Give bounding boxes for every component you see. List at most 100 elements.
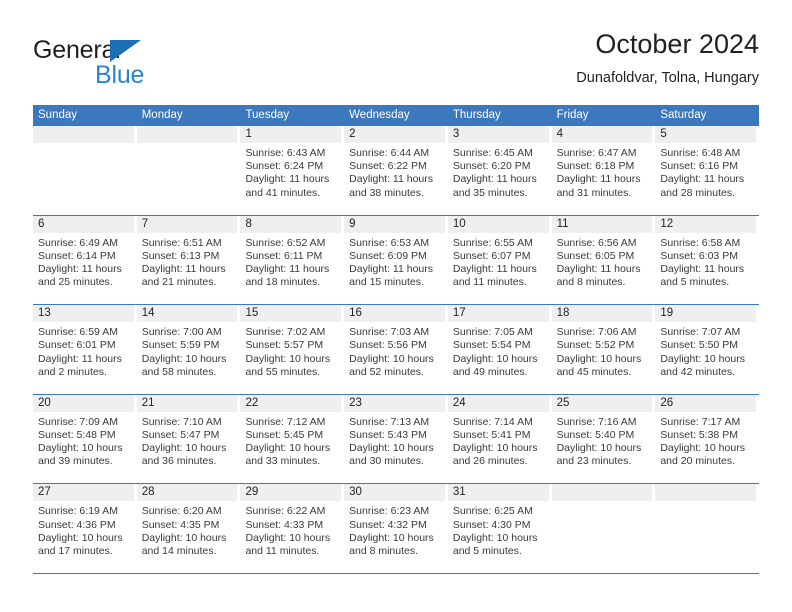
day-sun-info: Sunrise: 6:20 AM Sunset: 4:35 PM Daylight:… [137,501,241,558]
calendar-day-cell[interactable]: 21 Sunrise: 7:10 AM Sunset: 5:47 PM Dayligh… [136,394,241,484]
daylight-text-line2: and 11 minutes. [452,276,527,289]
daylight-text-line1: Daylight: 11 hours [660,263,745,275]
daylight-text-line2: and 31 minutes. [556,186,632,199]
calendar-day-cell[interactable]: 31 Sunrise: 6:25 AM Sunset: 4:30 PM Dayligh… [447,484,552,573]
day-number: 30 [349,486,362,499]
day-sun-info: Sunrise: 7:14 AM Sunset: 5:41 PM Daylight:… [448,412,552,469]
general-blue-logo[interactable]: General Blue [33,36,213,94]
calendar-day-cell[interactable]: 13 Sunrise: 6:59 AM Sunset: 6:01 PM Dayligh… [33,305,137,394]
sunset-text: Sunset: 5:52 PM [556,339,635,352]
day-number: 5 [660,128,667,140]
daylight-text-line1: Daylight: 11 hours [349,263,434,275]
calendar-day-cell[interactable]: 16 Sunrise: 7:03 AM Sunset: 5:56 PM Dayligh… [344,305,448,394]
sunset-text: Sunset: 6:09 PM [349,249,427,262]
day-number-bar: 1 [240,126,342,143]
sunrise-text: Sunrise: 7:10 AM [141,415,222,428]
calendar-day-cell[interactable]: 23 Sunrise: 7:13 AM Sunset: 5:43 PM Dayligh… [344,394,448,484]
day-number-bar: 28 [136,484,238,502]
calendar-day-cell[interactable]: 4 Sunrise: 6:47 AM Sunset: 6:18 PM Daylight… [551,126,656,215]
calendar-day-cell[interactable]: 6 Sunrise: 6:49 AM Sunset: 6:14 PM Daylight… [33,215,137,305]
calendar-day-cell[interactable]: 24 Sunrise: 7:14 AM Sunset: 5:41 PM Dayligh… [447,394,552,484]
daylight-text-line2: and 28 minutes. [660,186,736,199]
day-number-bar: 19 [655,305,757,323]
daylight-text-line1: Daylight: 10 hours [556,352,642,365]
day-sun-info: Sunrise: 6:47 AM Sunset: 6:18 PM Daylight:… [552,143,656,200]
daylight-text-line2: and 45 minutes. [556,365,632,378]
sunset-text: Sunset: 5:50 PM [660,339,738,352]
calendar-day-cell[interactable]: 9 Sunrise: 6:53 AM Sunset: 6:09 PM Daylight… [344,215,448,305]
daylight-text-line2: and 35 minutes. [452,186,528,199]
calendar-day-cell[interactable]: 10 Sunrise: 6:55 AM Sunset: 6:07 PM Dayligh… [447,215,552,305]
calendar-day-cell[interactable]: 18 Sunrise: 7:06 AM Sunset: 5:52 PM Dayligh… [551,305,656,394]
daylight-text-line2: and 5 minutes. [452,544,522,557]
calendar-day-cell[interactable]: 20 Sunrise: 7:09 AM Sunset: 5:48 PM Dayligh… [33,394,137,484]
sunrise-text: Sunrise: 7:07 AM [660,326,741,339]
daylight-text-line1: Daylight: 11 hours [349,173,434,186]
daylight-text-line1: Daylight: 10 hours [245,352,331,365]
sunrise-text: Sunrise: 7:06 AM [556,326,637,339]
sunset-text: Sunset: 4:33 PM [245,518,324,531]
sunrise-text: Sunrise: 7:16 AM [556,415,637,428]
day-number-bar: 6 [33,215,134,233]
calendar-day-cell[interactable]: 3 Sunrise: 6:45 AM Sunset: 6:20 PM Daylight… [447,126,552,215]
calendar-day-cell[interactable]: 26 Sunrise: 7:17 AM Sunset: 5:38 PM Dayligh… [655,394,759,484]
calendar-day-cell[interactable]: 17 Sunrise: 7:05 AM Sunset: 5:54 PM Dayligh… [447,305,552,394]
day-number: 14 [141,307,155,320]
day-number-bar: 26 [655,394,757,412]
calendar-day-cell[interactable]: 7 Sunrise: 6:51 AM Sunset: 6:13 PM Daylight… [136,215,241,305]
day-number-bar: 8 [240,215,342,233]
calendar-day-cell[interactable]: 1 Sunrise: 6:43 AM Sunset: 6:24 PM Daylight… [240,126,344,215]
sunrise-text: Sunrise: 6:45 AM [452,147,533,159]
calendar-day-cell[interactable]: 5 Sunrise: 6:48 AM Sunset: 6:16 PM Daylight… [655,126,759,215]
calendar-day-cell[interactable]: 29 Sunrise: 6:22 AM Sunset: 4:33 PM Dayligh… [240,484,344,573]
day-sun-info: Sunrise: 7:09 AM Sunset: 5:48 PM Daylight:… [33,412,137,469]
day-number: 19 [660,307,674,320]
calendar-day-cell[interactable]: 27 Sunrise: 6:19 AM Sunset: 4:36 PM Dayligh… [33,484,137,573]
day-sun-info: Sunrise: 6:51 AM Sunset: 6:13 PM Daylight:… [137,233,241,290]
sunrise-text: Sunrise: 6:58 AM [660,236,741,249]
daylight-text-line1: Daylight: 10 hours [452,352,538,365]
day-number-bar: 14 [136,305,238,323]
calendar-day-cell[interactable]: 2 Sunrise: 6:44 AM Sunset: 6:22 PM Daylight… [344,126,448,215]
sunset-text: Sunset: 6:13 PM [141,249,220,262]
weekday-header-row: Sunday Monday Tuesday Wednesday Thursday Frid… [33,105,759,126]
day-number-bar: 23 [344,394,445,412]
sunrise-text: Sunrise: 7:17 AM [660,415,741,428]
calendar-day-cell-empty [551,484,656,573]
calendar-day-cell[interactable]: 15 Sunrise: 7:02 AM Sunset: 5:57 PM Dayligh… [240,305,344,394]
calendar-day-cell[interactable]: 14 Sunrise: 7:00 AM Sunset: 5:59 PM Dayligh… [136,305,241,394]
daylight-text-line1: Daylight: 11 hours [38,352,122,365]
sunset-text: Sunset: 6:01 PM [38,339,116,352]
day-sun-info: Sunrise: 6:52 AM Sunset: 6:11 PM Daylight:… [240,233,344,290]
sunrise-text: Sunrise: 7:13 AM [349,415,430,428]
day-sun-info: Sunrise: 7:05 AM Sunset: 5:54 PM Daylight:… [448,322,552,379]
day-number: 31 [452,486,466,499]
sunrise-text: Sunrise: 6:49 AM [38,236,118,249]
calendar-day-cell[interactable]: 25 Sunrise: 7:16 AM Sunset: 5:40 PM Dayligh… [551,394,656,484]
day-number-bar: 11 [551,215,653,233]
calendar-day-cell[interactable]: 30 Sunrise: 6:23 AM Sunset: 4:32 PM Dayligh… [344,484,448,573]
sunset-text: Sunset: 5:57 PM [245,339,324,352]
sunset-text: Sunset: 6:11 PM [245,249,323,262]
day-number: 24 [452,396,466,409]
day-number-bar: 12 [655,215,757,233]
day-number: 29 [245,486,259,499]
calendar-day-cell[interactable]: 11 Sunrise: 6:56 AM Sunset: 6:05 PM Dayligh… [551,215,656,305]
calendar-day-cell[interactable]: 12 Sunrise: 6:58 AM Sunset: 6:03 PM Dayligh… [655,215,759,305]
sunset-text: Sunset: 4:30 PM [452,518,531,531]
daylight-text-line1: Daylight: 11 hours [141,263,226,275]
day-number-bar [33,126,134,143]
calendar-day-cell-empty [136,126,241,215]
calendar-day-cell[interactable]: 19 Sunrise: 7:07 AM Sunset: 5:50 PM Dayligh… [655,305,759,394]
day-number: 10 [452,217,466,230]
calendar-week-row: 20 Sunrise: 7:09 AM Sunset: 5:48 PM Dayligh… [33,394,759,485]
calendar-day-cell[interactable]: 8 Sunrise: 6:52 AM Sunset: 6:11 PM Daylight… [240,215,344,305]
daylight-text-line1: Daylight: 10 hours [660,442,745,455]
day-number-bar [551,484,653,502]
calendar-day-cell[interactable]: 28 Sunrise: 6:20 AM Sunset: 4:35 PM Dayligh… [136,484,241,573]
day-sun-info: Sunrise: 7:10 AM Sunset: 5:47 PM Daylight:… [137,412,241,469]
calendar-day-cell[interactable]: 22 Sunrise: 7:12 AM Sunset: 5:45 PM Dayligh… [240,394,344,484]
logo-triangle-icon [110,40,141,62]
day-sun-info: Sunrise: 7:16 AM Sunset: 5:40 PM Daylight:… [552,412,656,469]
day-number: 9 [349,217,356,230]
